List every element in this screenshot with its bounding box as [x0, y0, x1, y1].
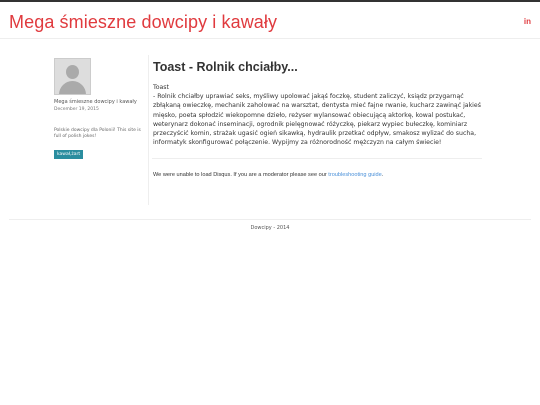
- disqus-message: We were unable to load Disqus. If you ar…: [153, 172, 483, 178]
- content-divider: [152, 158, 482, 159]
- linkedin-icon[interactable]: in: [524, 17, 531, 26]
- site-title-link[interactable]: Mega śmieszne dowcipy i kawały: [9, 12, 277, 33]
- column-divider: [148, 55, 149, 205]
- avatar-head-shape: [66, 65, 79, 79]
- troubleshooting-link[interactable]: troubleshooting guide: [328, 172, 382, 178]
- post-title: Toast - Rolnik chciałby...: [153, 60, 298, 74]
- avatar-body-shape: [59, 81, 86, 94]
- avatar: [54, 58, 91, 95]
- disqus-text: We were unable to load Disqus. If you ar…: [153, 172, 327, 178]
- post-date: December 19, 2015: [54, 107, 99, 112]
- footer-text: Dowcipy - 2014: [250, 225, 290, 231]
- post-intro: Toast: [153, 84, 169, 91]
- tag-badge[interactable]: kawał,żart: [54, 150, 84, 159]
- post-text: - Rolnik chciałby uprawiać seks, myśliwy…: [153, 93, 481, 147]
- disqus-period: .: [381, 172, 384, 178]
- site-description: Polskie dowcipy dla Polonii! This site i…: [54, 128, 141, 139]
- site-header: Mega śmieszne dowcipy i kawały in: [0, 2, 540, 39]
- footer-divider: [9, 219, 531, 220]
- post-content: Toast - Rolnik chciałby uprawiać seks, m…: [153, 83, 483, 147]
- author-name: Mega śmieszne dowcipy i kawały: [54, 99, 137, 105]
- author-box: Mega śmieszne dowcipy i kawały December …: [54, 58, 142, 159]
